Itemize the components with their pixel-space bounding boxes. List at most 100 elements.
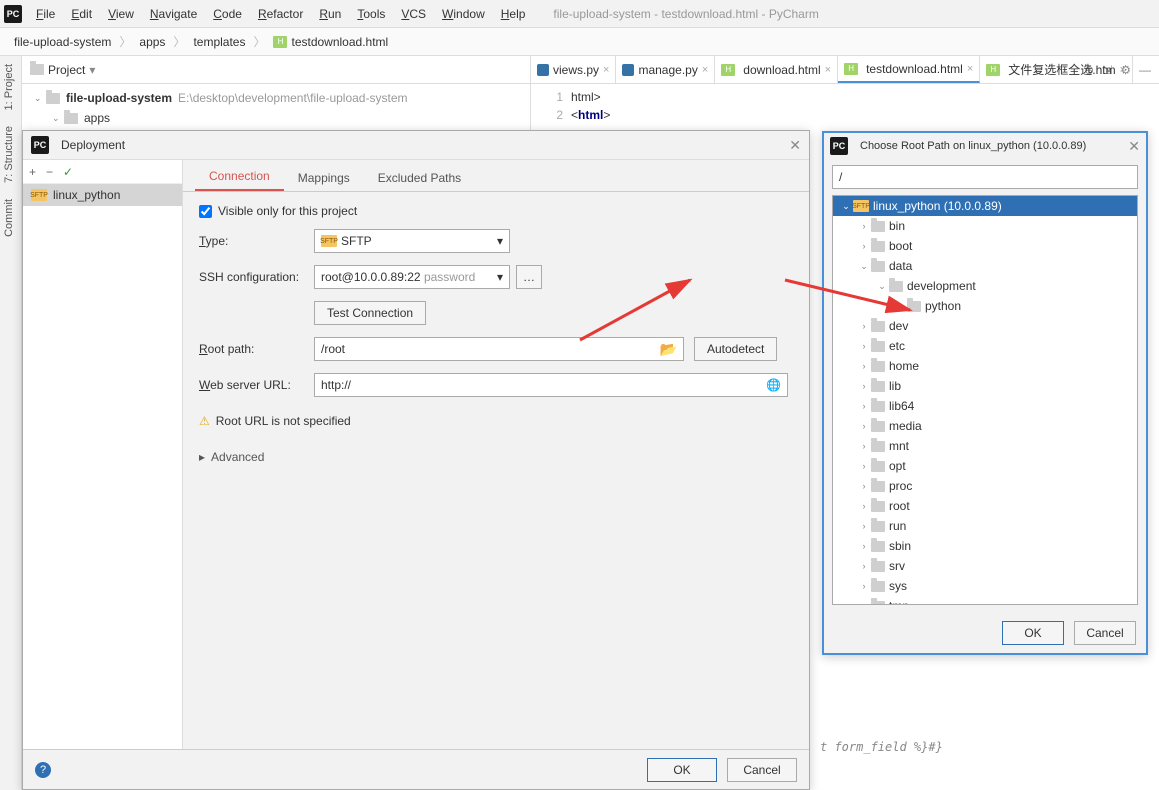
ssh-config-select[interactable]: root@10.0.0.89:22 password ▾ [314,265,510,289]
tab-connection[interactable]: Connection [195,163,284,191]
ok-button[interactable]: OK [1002,621,1064,645]
close-icon[interactable]: ✕ [1128,138,1140,155]
tree-item[interactable]: ›media [833,416,1137,436]
server-name: linux_python [53,188,120,202]
tree-item[interactable]: ›opt [833,456,1137,476]
editor-tab[interactable]: Htestdownload.html× [838,56,980,83]
editor-tab[interactable]: H文件复选框全选.htm× [980,56,1133,83]
tree-item[interactable]: ⌄data [833,256,1137,276]
menu-tools[interactable]: Tools [349,3,393,25]
app-icon: PC [31,136,49,154]
close-icon[interactable]: × [1120,64,1126,76]
code-snippet: t form_field %}#} [820,740,943,754]
tree-item[interactable]: ›lib [833,376,1137,396]
folder-icon [30,64,44,75]
tree-item[interactable]: ›proc [833,476,1137,496]
close-icon[interactable]: × [603,64,609,76]
breadcrumb-item[interactable]: Htestdownload.html [267,33,394,51]
tree-item[interactable]: ›home [833,356,1137,376]
sftp-icon: SFTP [321,235,337,247]
menu-code[interactable]: Code [205,3,250,25]
tree-item[interactable]: apps [84,111,110,125]
tool-project[interactable]: 1: Project [0,56,18,118]
editor-tab[interactable]: views.py× [531,56,616,83]
root-path-input[interactable]: /root 📂 [314,337,684,361]
tree-item[interactable]: ›sbin [833,536,1137,556]
close-icon[interactable]: × [702,64,708,76]
tree-item[interactable]: ›run [833,516,1137,536]
dialog-title: Deployment [61,138,125,152]
tree-item[interactable]: ›tmp [833,596,1137,605]
breadcrumb-item[interactable]: apps [133,33,171,51]
close-icon[interactable]: × [825,64,831,76]
globe-icon[interactable]: 🌐 [766,378,781,392]
close-icon[interactable]: ✕ [789,137,801,154]
ok-button[interactable]: OK [647,758,717,782]
expand-icon[interactable]: ⌄ [34,93,46,104]
menu-file[interactable]: File [28,3,63,25]
menu-run[interactable]: Run [311,3,349,25]
test-connection-button[interactable]: Test Connection [314,301,426,325]
menu-vcs[interactable]: VCS [393,3,434,25]
breadcrumb-item[interactable]: file-upload-system [8,33,117,51]
chevron-right-icon: ▸ [199,450,205,464]
type-label: Type: [199,234,314,248]
editor-tab[interactable]: manage.py× [616,56,715,83]
advanced-section[interactable]: ▸ Advanced [199,444,793,470]
tree-item[interactable]: ›bin [833,216,1137,236]
tool-structure[interactable]: 7: Structure [0,118,18,191]
project-root[interactable]: file-upload-system [66,91,172,105]
menu-help[interactable]: Help [493,3,534,25]
editor-tabs: views.py×manage.py×Hdownload.html×Htestd… [531,56,1159,84]
visible-only-checkbox[interactable] [199,205,212,218]
folder-open-icon[interactable]: 📂 [660,341,677,358]
help-icon[interactable]: ? [35,762,51,778]
tab-mappings[interactable]: Mappings [284,165,364,191]
tree-item[interactable]: ›mnt [833,436,1137,456]
dialog-footer: OK Cancel [824,613,1146,653]
add-icon[interactable]: + [29,165,36,179]
menu-edit[interactable]: Edit [63,3,100,25]
menu-bar: PC FileEditViewNavigateCodeRefactorRunTo… [0,0,1159,28]
folder-icon [46,93,60,104]
expand-icon[interactable]: ⌄ [52,113,64,124]
project-label[interactable]: Project [48,63,85,77]
server-item[interactable]: SFTP linux_python [23,184,182,206]
tree-item[interactable]: ›dev [833,316,1137,336]
cancel-button[interactable]: Cancel [1074,621,1136,645]
type-select[interactable]: SFTPSFTP ▾ [314,229,510,253]
dropdown-icon[interactable]: ▾ [89,63,95,77]
close-icon[interactable]: × [967,63,973,75]
menu-navigate[interactable]: Navigate [142,3,205,25]
check-icon[interactable]: ✓ [63,165,73,179]
warning-icon: ⚠ [199,414,210,428]
menu-view[interactable]: View [100,3,142,25]
tree-item[interactable]: ⌄development [833,276,1137,296]
web-url-input[interactable]: http:// 🌐 [314,373,788,397]
tree-item[interactable]: ›root [833,496,1137,516]
cancel-button[interactable]: Cancel [727,758,797,782]
tree-item[interactable]: ›sys [833,576,1137,596]
left-tool-strip: 1: Project 7: Structure Commit [0,56,22,790]
tree-item[interactable]: ›lib64 [833,396,1137,416]
code-area[interactable]: 12 html><html> [531,84,1159,128]
ssh-more-button[interactable]: … [516,265,542,289]
tree-item[interactable]: ›boot [833,236,1137,256]
visible-only-label: Visible only for this project [218,204,357,218]
autodetect-button[interactable]: Autodetect [694,337,777,361]
web-url-label: Web server URL: [199,378,314,392]
remove-icon[interactable]: − [46,165,53,179]
breadcrumb-item[interactable]: templates [187,33,251,51]
editor-tab[interactable]: Hdownload.html× [715,56,838,83]
tab-excluded[interactable]: Excluded Paths [364,165,475,191]
menu-window[interactable]: Window [434,3,493,25]
tool-commit[interactable]: Commit [0,191,18,245]
tree-root[interactable]: ⌄SFTPlinux_python (10.0.0.89) [833,196,1137,216]
menu-refactor[interactable]: Refactor [250,3,311,25]
dialog-titlebar: PC Choose Root Path on linux_python (10.… [824,133,1146,159]
tree-item[interactable]: python [833,296,1137,316]
remote-tree[interactable]: ⌄SFTPlinux_python (10.0.0.89)›bin›boot⌄d… [832,195,1138,605]
tree-item[interactable]: ›srv [833,556,1137,576]
path-input[interactable]: / [832,165,1138,189]
tree-item[interactable]: ›etc [833,336,1137,356]
